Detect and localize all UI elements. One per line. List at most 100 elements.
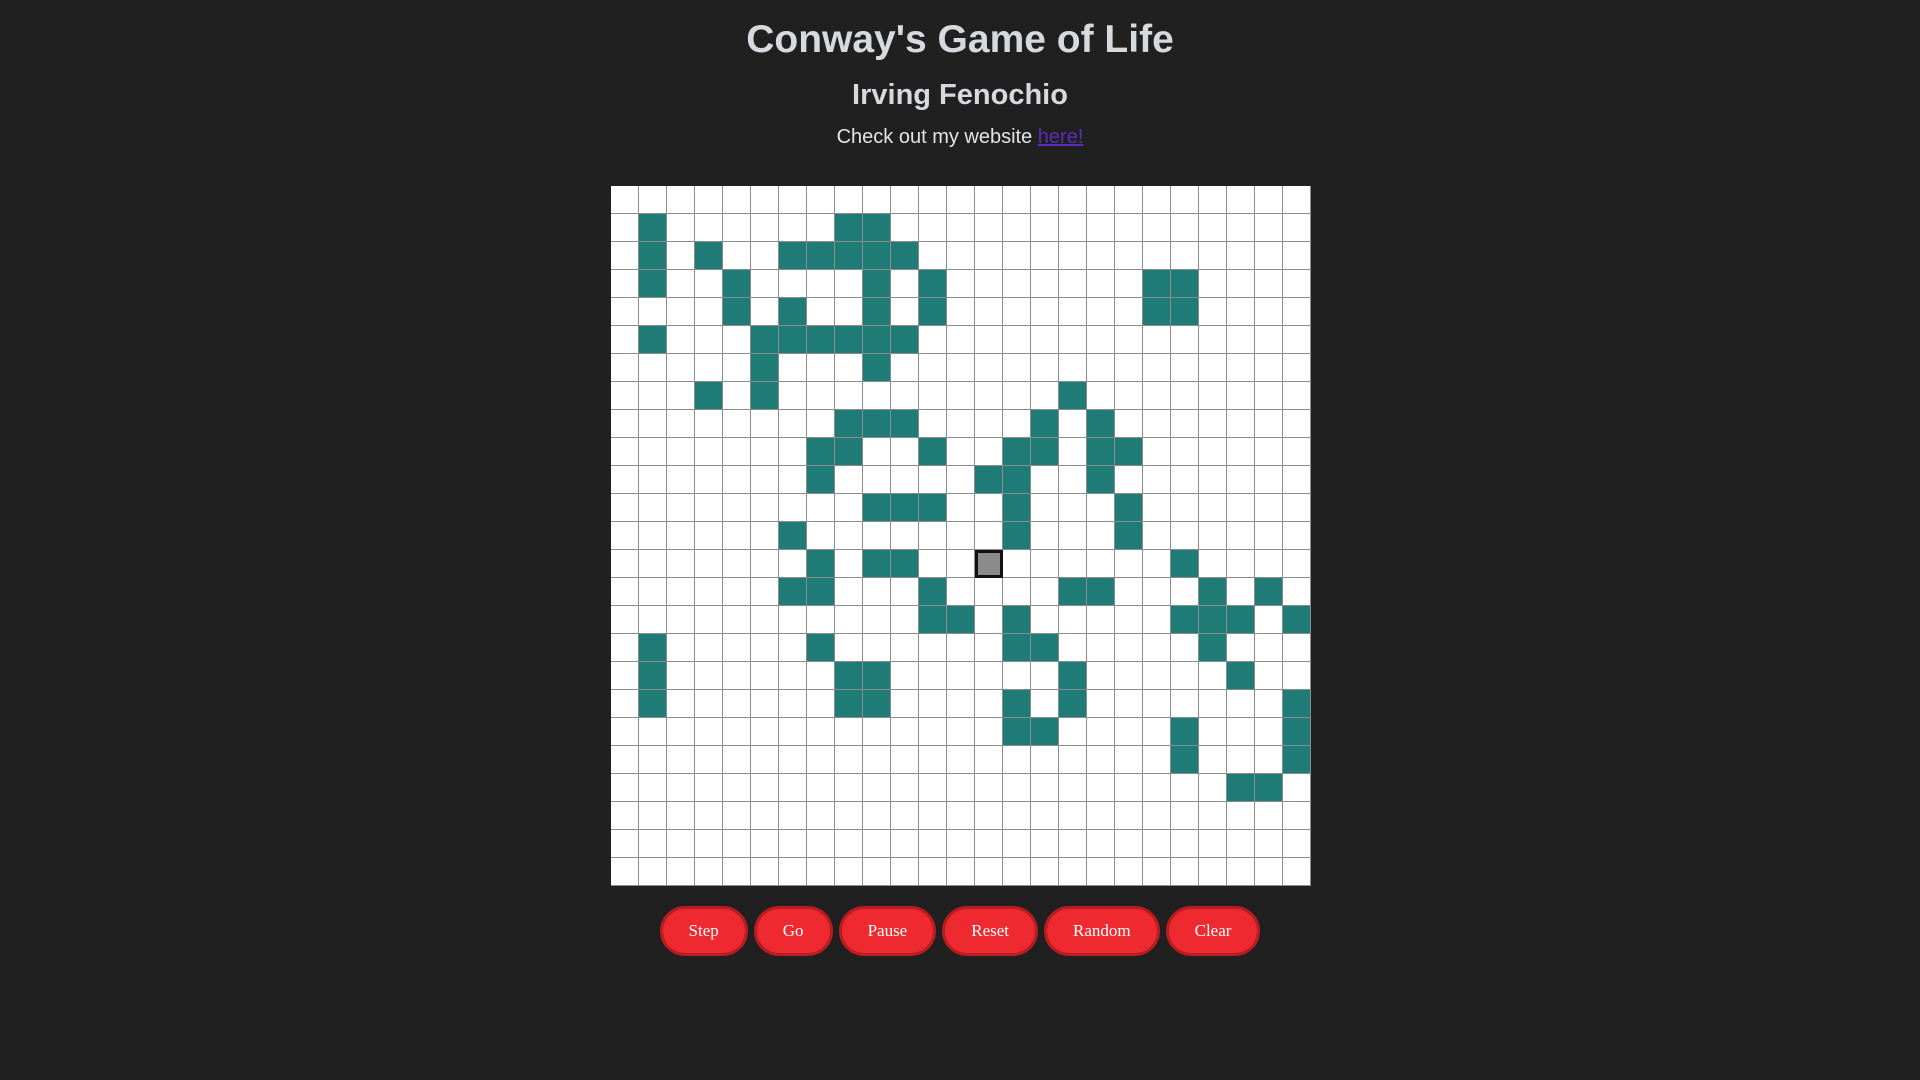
dead-cell[interactable] — [947, 578, 975, 606]
dead-cell[interactable] — [1171, 186, 1199, 214]
dead-cell[interactable] — [807, 830, 835, 858]
dead-cell[interactable] — [863, 522, 891, 550]
dead-cell[interactable] — [667, 242, 695, 270]
dead-cell[interactable] — [695, 410, 723, 438]
alive-cell[interactable] — [919, 606, 947, 634]
dead-cell[interactable] — [1087, 662, 1115, 690]
dead-cell[interactable] — [1171, 410, 1199, 438]
dead-cell[interactable] — [919, 746, 947, 774]
dead-cell[interactable] — [1115, 578, 1143, 606]
dead-cell[interactable] — [723, 494, 751, 522]
dead-cell[interactable] — [891, 214, 919, 242]
alive-cell[interactable] — [919, 578, 947, 606]
dead-cell[interactable] — [1283, 550, 1311, 578]
dead-cell[interactable] — [667, 858, 695, 886]
dead-cell[interactable] — [1087, 746, 1115, 774]
dead-cell[interactable] — [695, 354, 723, 382]
dead-cell[interactable] — [1255, 522, 1283, 550]
dead-cell[interactable] — [1255, 326, 1283, 354]
alive-cell[interactable] — [1199, 578, 1227, 606]
alive-cell[interactable] — [1087, 438, 1115, 466]
dead-cell[interactable] — [1283, 774, 1311, 802]
dead-cell[interactable] — [667, 746, 695, 774]
dead-cell[interactable] — [639, 578, 667, 606]
dead-cell[interactable] — [779, 438, 807, 466]
dead-cell[interactable] — [1003, 382, 1031, 410]
alive-cell[interactable] — [751, 326, 779, 354]
alive-cell[interactable] — [835, 326, 863, 354]
dead-cell[interactable] — [1199, 690, 1227, 718]
dead-cell[interactable] — [1087, 858, 1115, 886]
dead-cell[interactable] — [1059, 718, 1087, 746]
alive-cell[interactable] — [1227, 774, 1255, 802]
dead-cell[interactable] — [835, 746, 863, 774]
alive-cell[interactable] — [891, 550, 919, 578]
dead-cell[interactable] — [695, 662, 723, 690]
dead-cell[interactable] — [1199, 214, 1227, 242]
dead-cell[interactable] — [1003, 410, 1031, 438]
alive-cell[interactable] — [863, 242, 891, 270]
alive-cell[interactable] — [751, 382, 779, 410]
dead-cell[interactable] — [975, 802, 1003, 830]
dead-cell[interactable] — [1199, 242, 1227, 270]
dead-cell[interactable] — [807, 382, 835, 410]
dead-cell[interactable] — [947, 858, 975, 886]
dead-cell[interactable] — [947, 718, 975, 746]
dead-cell[interactable] — [1059, 438, 1087, 466]
dead-cell[interactable] — [639, 746, 667, 774]
dead-cell[interactable] — [975, 214, 1003, 242]
dead-cell[interactable] — [695, 690, 723, 718]
alive-cell[interactable] — [779, 242, 807, 270]
dead-cell[interactable] — [1171, 214, 1199, 242]
dead-cell[interactable] — [1199, 410, 1227, 438]
dead-cell[interactable] — [947, 830, 975, 858]
dead-cell[interactable] — [751, 494, 779, 522]
dead-cell[interactable] — [1227, 270, 1255, 298]
dead-cell[interactable] — [863, 186, 891, 214]
dead-cell[interactable] — [1199, 270, 1227, 298]
dead-cell[interactable] — [975, 326, 1003, 354]
dead-cell[interactable] — [639, 858, 667, 886]
dead-cell[interactable] — [1171, 242, 1199, 270]
alive-cell[interactable] — [863, 326, 891, 354]
dead-cell[interactable] — [947, 326, 975, 354]
dead-cell[interactable] — [1255, 802, 1283, 830]
dead-cell[interactable] — [695, 550, 723, 578]
dead-cell[interactable] — [891, 298, 919, 326]
dead-cell[interactable] — [1115, 550, 1143, 578]
dead-cell[interactable] — [1115, 354, 1143, 382]
alive-cell[interactable] — [695, 242, 723, 270]
dead-cell[interactable] — [779, 606, 807, 634]
dead-cell[interactable] — [1003, 186, 1031, 214]
dead-cell[interactable] — [1143, 858, 1171, 886]
dead-cell[interactable] — [1087, 326, 1115, 354]
dead-cell[interactable] — [611, 326, 639, 354]
dead-cell[interactable] — [1087, 214, 1115, 242]
dead-cell[interactable] — [1227, 494, 1255, 522]
dead-cell[interactable] — [947, 802, 975, 830]
dead-cell[interactable] — [947, 270, 975, 298]
dead-cell[interactable] — [723, 690, 751, 718]
dead-cell[interactable] — [807, 214, 835, 242]
dead-cell[interactable] — [611, 522, 639, 550]
dead-cell[interactable] — [1227, 326, 1255, 354]
dead-cell[interactable] — [1171, 494, 1199, 522]
dead-cell[interactable] — [1059, 634, 1087, 662]
dead-cell[interactable] — [1031, 382, 1059, 410]
alive-cell[interactable] — [835, 438, 863, 466]
dead-cell[interactable] — [835, 494, 863, 522]
alive-cell[interactable] — [891, 494, 919, 522]
dead-cell[interactable] — [751, 186, 779, 214]
dead-cell[interactable] — [1003, 858, 1031, 886]
dead-cell[interactable] — [947, 354, 975, 382]
dead-cell[interactable] — [723, 438, 751, 466]
alive-cell[interactable] — [1115, 522, 1143, 550]
dead-cell[interactable] — [1199, 438, 1227, 466]
dead-cell[interactable] — [1227, 634, 1255, 662]
dead-cell[interactable] — [779, 466, 807, 494]
dead-cell[interactable] — [1171, 438, 1199, 466]
dead-cell[interactable] — [891, 270, 919, 298]
selected-cell[interactable] — [975, 550, 1003, 578]
dead-cell[interactable] — [1283, 830, 1311, 858]
dead-cell[interactable] — [835, 634, 863, 662]
